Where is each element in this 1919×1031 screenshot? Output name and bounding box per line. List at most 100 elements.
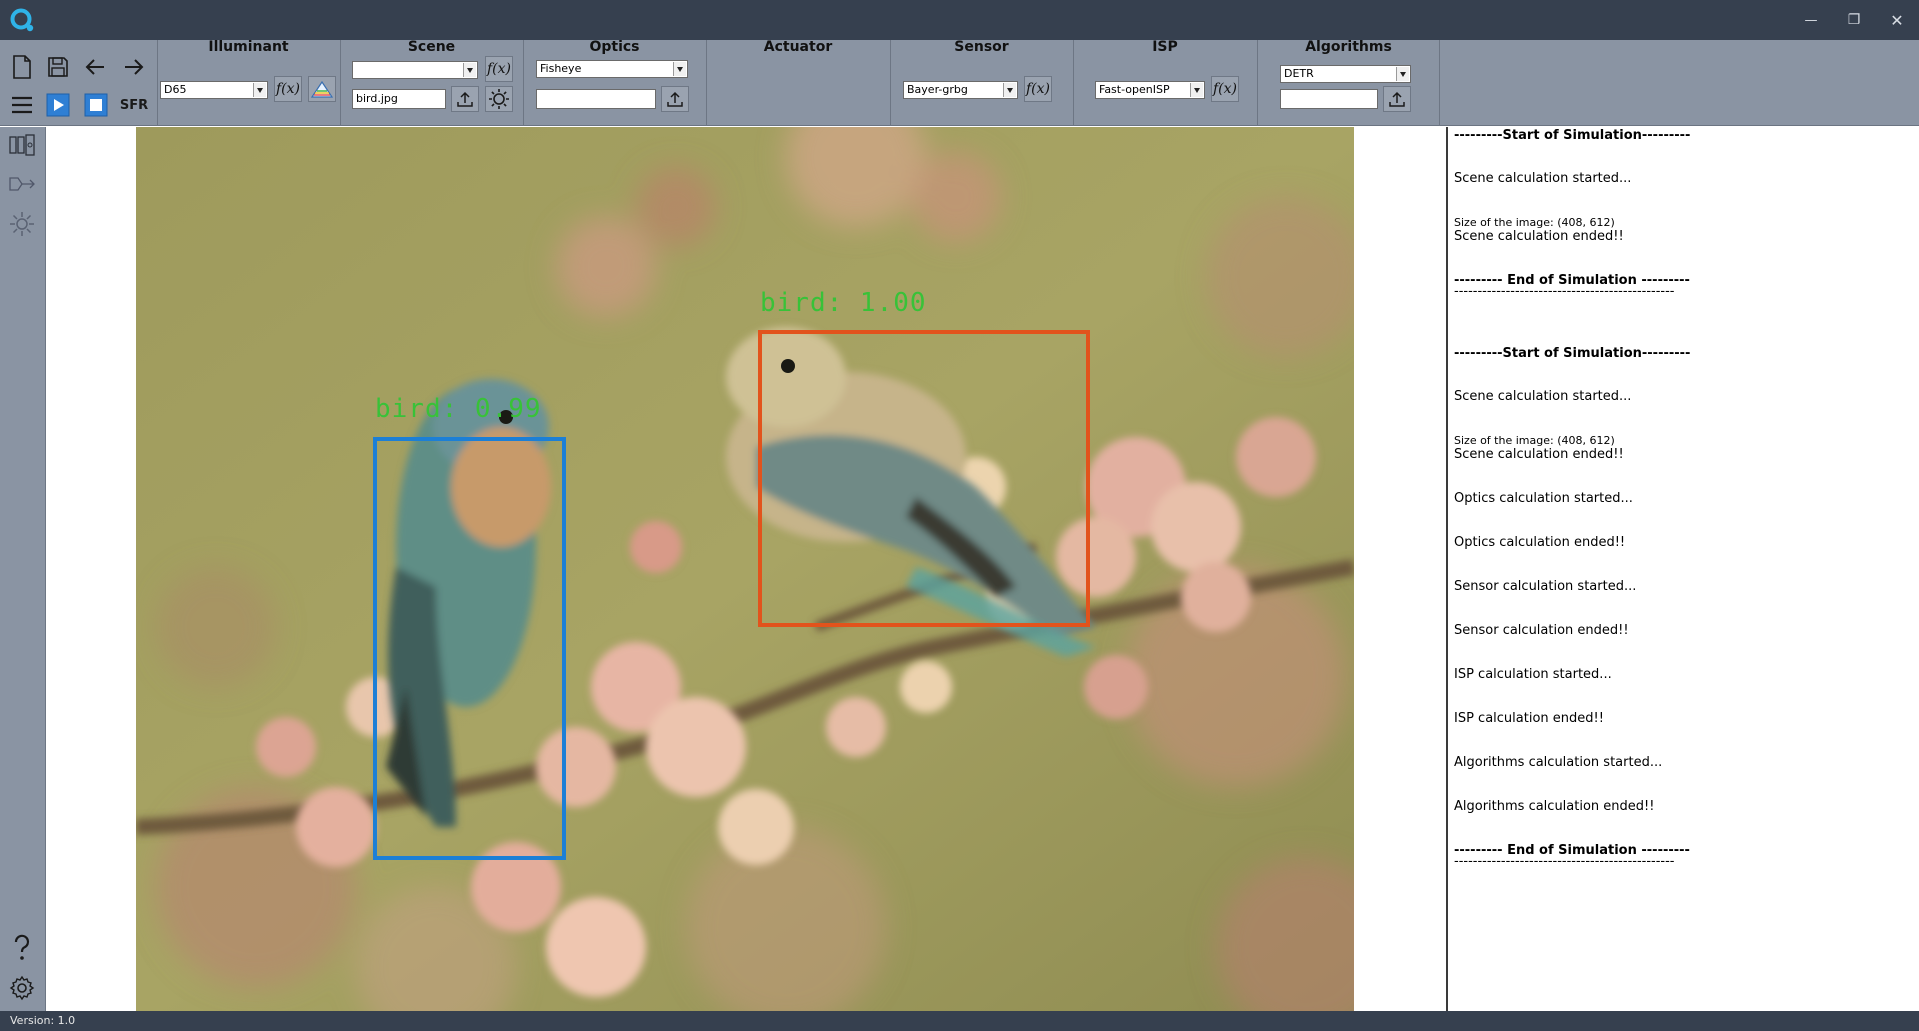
scene-brightness-button[interactable] — [485, 86, 513, 112]
optics-dropdown-value: Fisheye — [540, 62, 582, 75]
sensor-function-button[interactable]: f(x) — [1024, 76, 1052, 102]
log-line: Optics calculation started... — [1454, 491, 1633, 506]
log-line: ----------------------------------------… — [1454, 284, 1675, 299]
new-file-icon — [13, 55, 31, 79]
settings-icon — [9, 975, 35, 1001]
scene-upload-button[interactable] — [451, 86, 479, 112]
modules-icon — [9, 134, 35, 156]
scene-dropdown[interactable] — [352, 61, 478, 79]
settings-button[interactable] — [7, 973, 37, 1003]
help-icon — [14, 934, 30, 960]
detection-box-1 — [373, 437, 566, 860]
illuminant-function-button[interactable]: f(x) — [274, 76, 302, 102]
save-button[interactable] — [43, 52, 73, 82]
scene-function-button[interactable]: f(x) — [485, 56, 513, 82]
restore-button[interactable]: ❐ — [1836, 5, 1872, 35]
run-button[interactable] — [43, 90, 73, 120]
log-line: Algorithms calculation ended!! — [1454, 799, 1655, 814]
close-icon: ✕ — [1890, 10, 1904, 30]
illuminant-dropdown-value: D65 — [164, 83, 187, 96]
optics-dropdown[interactable]: Fisheye — [536, 60, 688, 78]
app-logo-icon — [10, 8, 34, 32]
chevron-down-icon — [253, 83, 266, 97]
algorithms-file-field[interactable] — [1280, 89, 1378, 109]
isp-dropdown-value: Fast-openISP — [1099, 83, 1170, 96]
redo-button[interactable] — [119, 52, 149, 82]
log-line: ISP calculation started... — [1454, 667, 1612, 682]
sensor-dropdown[interactable]: Bayer-grbg — [903, 81, 1018, 99]
play-icon — [46, 93, 70, 117]
sfr-button[interactable]: SFR — [118, 90, 150, 120]
version-label: Version: 1.0 — [10, 1014, 76, 1027]
bird-photo — [136, 127, 1354, 1011]
menu-button[interactable] — [7, 90, 37, 120]
chevron-down-icon — [1396, 67, 1409, 81]
chevron-down-icon — [463, 63, 476, 77]
log-line: ---------Start of Simulation--------- — [1454, 346, 1691, 361]
status-bar: Version: 1.0 — [0, 1011, 1919, 1031]
optics-title: Optics — [589, 39, 640, 55]
undo-arrow-icon — [85, 59, 104, 75]
detection-box-2 — [758, 330, 1090, 627]
log-line: Scene calculation ended!! — [1454, 229, 1624, 244]
optics-upload-button[interactable] — [661, 86, 689, 112]
pipeline-button[interactable] — [7, 169, 37, 199]
left-sidebar — [0, 127, 46, 1011]
illuminant-dropdown[interactable]: D65 — [160, 81, 268, 99]
log-line: Algorithms calculation started... — [1454, 755, 1663, 770]
log-line: ---------Start of Simulation--------- — [1454, 128, 1691, 143]
light-settings-button[interactable] — [7, 209, 37, 239]
function-icon: f(x) — [1025, 81, 1050, 97]
algorithms-title: Algorithms — [1305, 39, 1392, 55]
scene-title: Scene — [407, 39, 456, 55]
function-icon: f(x) — [1212, 81, 1237, 97]
isp-dropdown[interactable]: Fast-openISP — [1095, 81, 1205, 99]
upload-icon — [1389, 91, 1405, 107]
function-icon: f(x) — [486, 61, 511, 77]
close-button[interactable]: ✕ — [1879, 5, 1915, 35]
app-window: — ❐ ✕ SFR Illuminant D65 f(x) Scene f(x)… — [0, 0, 1919, 1031]
illuminant-spectrum-button[interactable] — [308, 76, 336, 102]
log-line: Optics calculation ended!! — [1454, 535, 1626, 550]
pipeline-icon — [9, 177, 35, 191]
menu-icon — [12, 96, 32, 114]
upload-icon — [457, 91, 473, 107]
sun-icon — [489, 89, 509, 109]
log-line: Size of the image: (408, 612) — [1454, 216, 1615, 229]
minimize-button[interactable]: — — [1793, 5, 1829, 35]
detection-label-2: bird: 1.00 — [760, 288, 927, 318]
log-line: Sensor calculation started... — [1454, 579, 1637, 594]
output-image — [136, 127, 1354, 1011]
scene-file-field[interactable]: bird.jpg — [352, 89, 446, 109]
scene-file-value: bird.jpg — [356, 92, 398, 105]
log-line: Scene calculation started... — [1454, 171, 1632, 186]
algorithms-upload-button[interactable] — [1383, 86, 1411, 112]
detection-label-1: bird: 0.99 — [375, 394, 542, 424]
save-icon — [48, 57, 68, 77]
isp-function-button[interactable]: f(x) — [1211, 76, 1239, 102]
title-bar: — ❐ ✕ — [0, 0, 1919, 40]
algorithms-dropdown[interactable]: DETR — [1280, 65, 1411, 83]
undo-button[interactable] — [80, 52, 110, 82]
prism-icon — [310, 80, 334, 98]
log-line: Sensor calculation ended!! — [1454, 623, 1629, 638]
chevron-down-icon — [1003, 83, 1016, 97]
redo-arrow-icon — [125, 59, 144, 75]
stop-icon — [84, 93, 108, 117]
log-panel: ---------Start of Simulation--------- Sc… — [1448, 127, 1919, 1011]
stop-button[interactable] — [81, 90, 111, 120]
optics-file-field[interactable] — [536, 89, 656, 109]
modules-button[interactable] — [7, 130, 37, 160]
gear-sun-icon — [10, 212, 34, 236]
sensor-title: Sensor — [954, 39, 1009, 55]
illuminant-title: Illuminant — [208, 39, 289, 55]
chevron-down-icon — [673, 62, 686, 76]
new-file-button[interactable] — [7, 52, 37, 82]
actuator-title: Actuator — [763, 39, 833, 55]
isp-title: ISP — [1152, 39, 1178, 55]
log-line: Scene calculation ended!! — [1454, 447, 1624, 462]
log-line: Size of the image: (408, 612) — [1454, 434, 1615, 447]
help-button[interactable] — [7, 933, 37, 963]
minimize-icon: — — [1804, 12, 1818, 28]
log-line: ----------------------------------------… — [1454, 854, 1675, 869]
